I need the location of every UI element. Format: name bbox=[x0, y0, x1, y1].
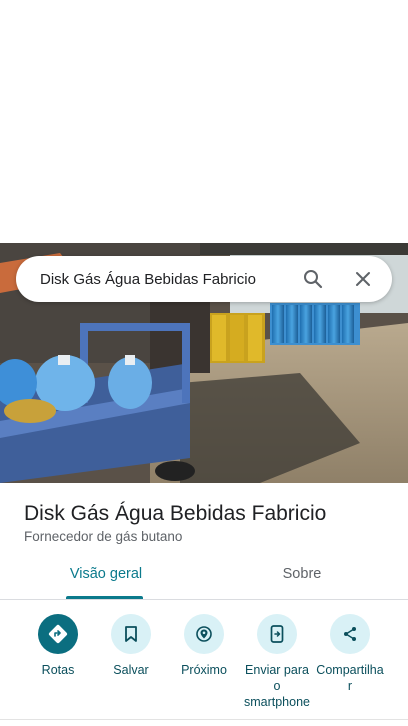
send-label-line-3: smartphone bbox=[243, 695, 310, 709]
tab-about[interactable]: Sobre bbox=[253, 566, 351, 600]
place-category[interactable]: Fornecedor de gás butano bbox=[24, 529, 182, 544]
bottom-divider bbox=[0, 719, 408, 720]
tab-overview[interactable]: Visão geral bbox=[57, 566, 155, 600]
directions-label: Rotas bbox=[41, 663, 75, 677]
save-button[interactable]: Salvar bbox=[92, 614, 170, 678]
directions-button[interactable]: Rotas bbox=[19, 614, 97, 678]
send-label-line-1: Enviar para bbox=[245, 663, 309, 677]
send-to-phone-icon bbox=[257, 614, 297, 654]
nearby-icon bbox=[184, 614, 224, 654]
tab-divider bbox=[0, 599, 408, 600]
bookmark-icon bbox=[111, 614, 151, 654]
search-icon[interactable] bbox=[302, 268, 324, 290]
place-title: Disk Gás Água Bebidas Fabricio bbox=[24, 502, 327, 525]
share-label-line-2: r bbox=[347, 679, 353, 693]
share-label: Compartilha r bbox=[311, 662, 389, 694]
send-label-line-2: o bbox=[273, 679, 281, 693]
search-bar[interactable]: Disk Gás Água Bebidas Fabricio bbox=[16, 256, 392, 302]
send-to-phone-label: Enviar para o smartphone bbox=[238, 662, 316, 710]
nearby-button[interactable]: Próximo bbox=[165, 614, 243, 678]
nearby-label: Próximo bbox=[181, 663, 227, 677]
tab-about-label: Sobre bbox=[282, 566, 322, 582]
share-button[interactable]: Compartilha r bbox=[311, 614, 389, 694]
search-input[interactable]: Disk Gás Água Bebidas Fabricio bbox=[40, 271, 302, 288]
save-label: Salvar bbox=[113, 663, 149, 677]
share-icon bbox=[330, 614, 370, 654]
tab-overview-label: Visão geral bbox=[69, 566, 143, 582]
send-to-phone-button[interactable]: Enviar para o smartphone bbox=[238, 614, 316, 710]
close-icon[interactable] bbox=[352, 268, 374, 290]
share-label-line-1: Compartilha bbox=[316, 663, 384, 677]
map-blank-area bbox=[0, 0, 408, 243]
directions-icon bbox=[38, 614, 78, 654]
